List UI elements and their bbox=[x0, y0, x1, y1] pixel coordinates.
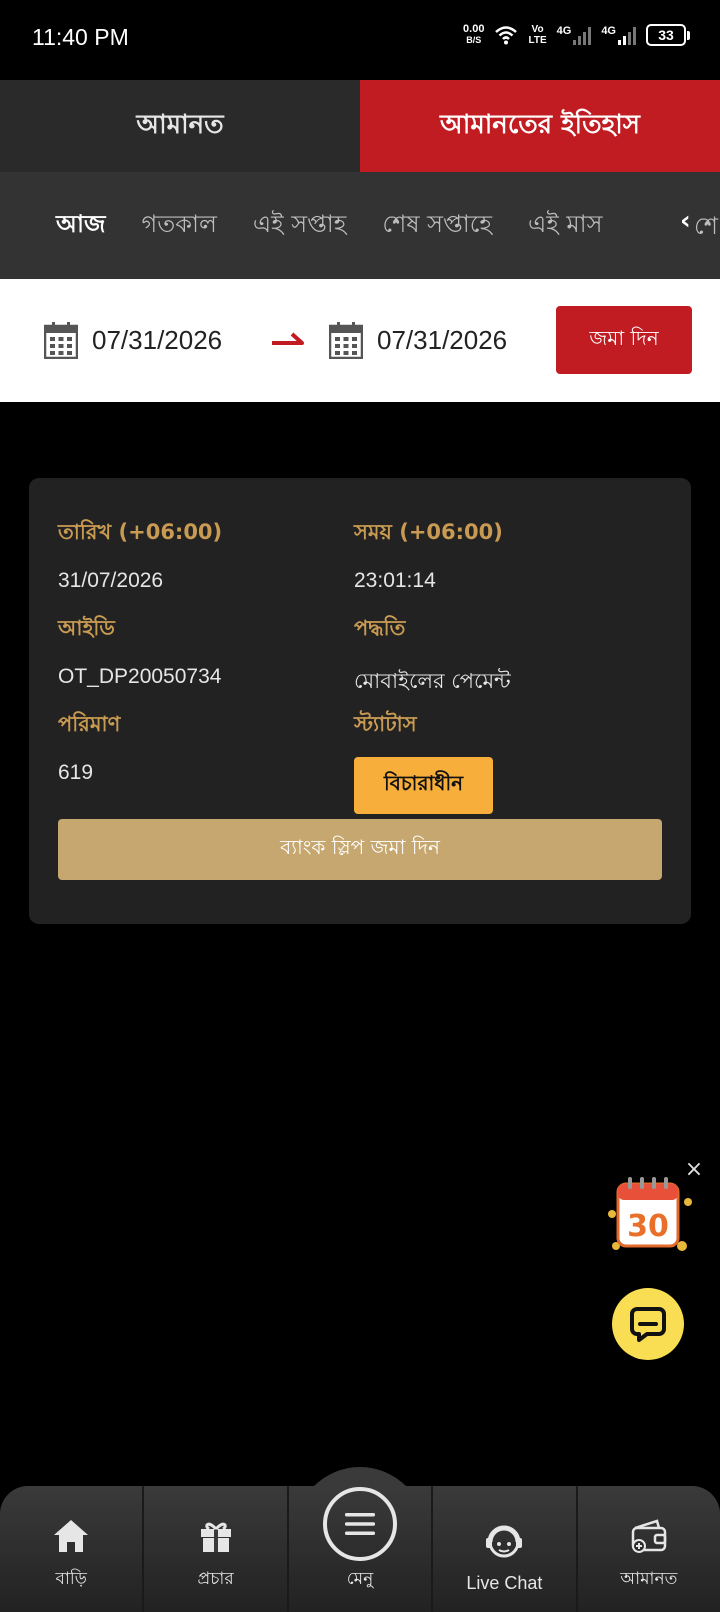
nav-live-chat-label: Live Chat bbox=[466, 1573, 543, 1593]
signal-2: 4G bbox=[601, 25, 636, 45]
home-icon bbox=[54, 1520, 89, 1552]
time-value: 23:01:14 bbox=[354, 569, 436, 592]
start-date-value: 07/31/2026 bbox=[92, 324, 223, 355]
date-value: 31/07/2026 bbox=[58, 569, 164, 592]
date-field: তারিখ (+06:00) 31/07/2026 bbox=[58, 516, 222, 593]
status-label: স্ট্যাটাস bbox=[354, 712, 417, 736]
period-last-week[interactable]: শেষ সপ্তাহে bbox=[382, 206, 492, 246]
status-badge: বিচারাধীন bbox=[354, 757, 494, 814]
method-field: পদ্ধতি মোবাইলের পেমেন্ট bbox=[354, 612, 511, 700]
promo-number: 30 bbox=[627, 1209, 669, 1244]
status-field: স্ট্যাটাস বিচারাধীন bbox=[354, 708, 494, 814]
nav-deposit-label: আমানত bbox=[620, 1569, 678, 1589]
arrow-right-icon bbox=[272, 332, 304, 345]
menu-button[interactable] bbox=[323, 1487, 397, 1561]
calendar-icon bbox=[329, 322, 363, 359]
period-this-month[interactable]: এই মাস bbox=[528, 206, 603, 246]
signal-1: 4G bbox=[557, 25, 592, 45]
status-bar: 11:40 PM 0.00 B/S Vo LTE 4G 4G 33 bbox=[0, 0, 720, 80]
menu-icon bbox=[345, 1513, 375, 1535]
submit-date-button[interactable]: জমা দিন bbox=[556, 306, 692, 374]
calendar-promo-icon[interactable]: 30 bbox=[604, 1174, 694, 1256]
period-yesterday[interactable]: গতকাল bbox=[141, 206, 216, 246]
start-date-field[interactable]: 07/31/2026 bbox=[44, 321, 222, 359]
id-field: আইডি OT_DP20050734 bbox=[58, 612, 221, 689]
nav-home[interactable]: বাড়ি bbox=[0, 1486, 142, 1612]
wifi-icon bbox=[495, 26, 518, 45]
status-time: 11:40 PM bbox=[32, 24, 129, 50]
deposit-record-card: তারিখ (+06:00) 31/07/2026 সময় (+06:00) … bbox=[29, 478, 691, 924]
signal-bars-icon bbox=[618, 25, 636, 45]
period-today[interactable]: আজ bbox=[56, 206, 105, 246]
end-date-value: 07/31/2026 bbox=[377, 324, 508, 355]
period-filter: আজ গতকাল এই সপ্তাহ শেষ সপ্তাহে এই মাস শে… bbox=[0, 172, 720, 279]
network-speed: 0.00 B/S bbox=[463, 23, 485, 46]
period-this-week[interactable]: এই সপ্তাহ bbox=[253, 206, 347, 246]
tab-deposit-history[interactable]: আমানতের ইতিহাস bbox=[360, 80, 720, 172]
status-icons: 0.00 B/S Vo LTE 4G 4G 33 bbox=[463, 24, 690, 46]
nav-live-chat[interactable]: Live Chat bbox=[431, 1486, 575, 1612]
amount-value: 619 bbox=[58, 761, 94, 784]
chat-bubble-icon bbox=[630, 1307, 666, 1342]
live-chat-icon bbox=[486, 1525, 523, 1558]
date-label: তারিখ (+06:00) bbox=[58, 520, 223, 544]
chevron-left-icon[interactable]: ‹ bbox=[680, 206, 691, 236]
method-value: মোবাইলের পেমেন্ট bbox=[354, 669, 511, 693]
nav-menu-label: মেনু bbox=[346, 1569, 374, 1589]
calendar-icon bbox=[44, 322, 78, 359]
volte-indicator: Vo LTE bbox=[528, 24, 547, 46]
amount-field: পরিমাণ 619 bbox=[58, 708, 120, 785]
nav-promotion[interactable]: প্রচার bbox=[142, 1486, 286, 1612]
deposit-tabs: আমানত আমানতের ইতিহাস bbox=[0, 80, 720, 172]
amount-label: পরিমাণ bbox=[58, 712, 121, 736]
time-label: সময় (+06:00) bbox=[354, 520, 503, 544]
nav-promotion-label: প্রচার bbox=[197, 1569, 234, 1589]
method-label: পদ্ধতি bbox=[354, 616, 406, 640]
nav-home-label: বাড়ি bbox=[55, 1569, 87, 1589]
id-label: আইডি bbox=[58, 616, 115, 640]
chat-fab[interactable] bbox=[612, 1288, 684, 1360]
wallet-icon bbox=[631, 1519, 667, 1553]
period-overflow-item[interactable]: শে bbox=[694, 208, 718, 248]
time-field: সময় (+06:00) 23:01:14 bbox=[354, 516, 503, 593]
submit-bank-slip-button[interactable]: ব্যাংক স্লিপ জমা দিন bbox=[58, 819, 662, 880]
end-date-field[interactable]: 07/31/2026 bbox=[329, 321, 507, 359]
gift-icon bbox=[200, 1522, 231, 1552]
nav-deposit[interactable]: আমানত bbox=[575, 1486, 720, 1612]
battery-icon: 33 bbox=[646, 24, 690, 46]
id-value: OT_DP20050734 bbox=[58, 665, 222, 688]
date-range-row: 07/31/2026 07/31/2026 জমা দিন bbox=[0, 279, 720, 402]
signal-bars-icon bbox=[573, 25, 592, 45]
tab-deposit[interactable]: আমানত bbox=[0, 80, 360, 172]
